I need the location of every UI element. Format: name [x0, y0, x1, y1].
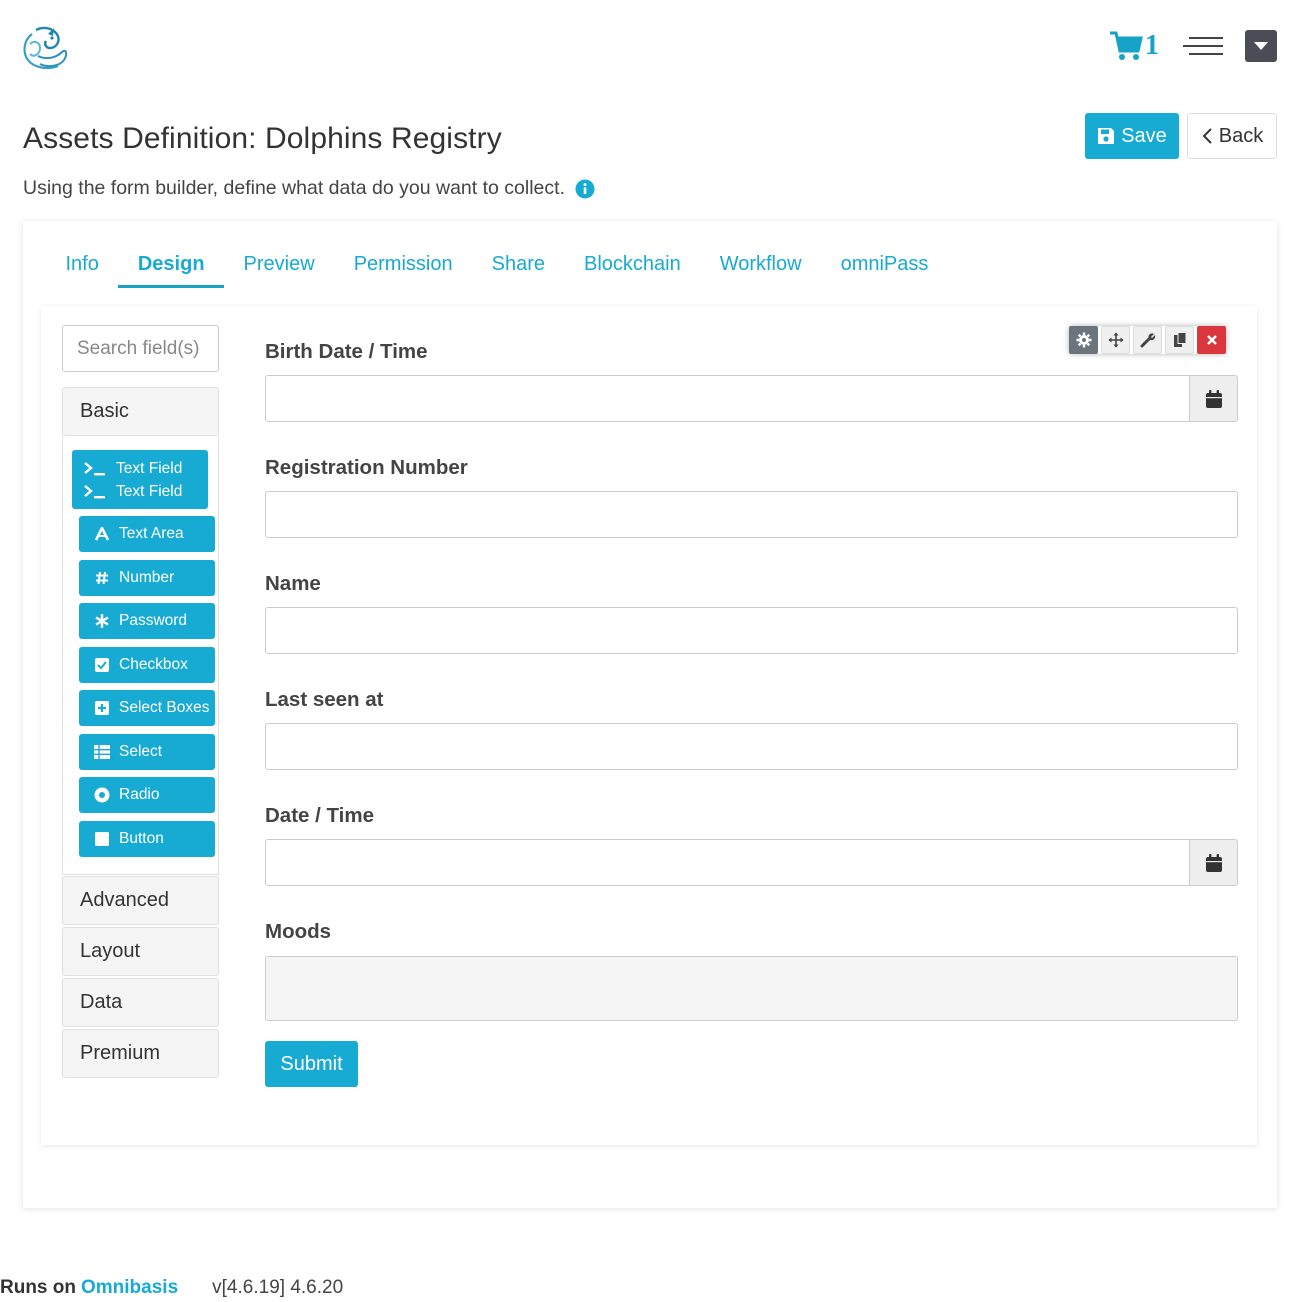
tab-bar: Info Design Preview Permission Share Blo… — [46, 243, 948, 288]
footer-version: v[4.6.19] 4.6.20 — [212, 1277, 344, 1298]
group-layout[interactable]: Layout — [62, 927, 219, 976]
tab-design[interactable]: Design — [118, 243, 224, 288]
component-label: Number — [119, 569, 175, 586]
tab-preview[interactable]: Preview — [224, 243, 334, 288]
field-label-moods: Moods — [265, 920, 332, 943]
tab-workflow[interactable]: Workflow — [700, 243, 821, 288]
hamburger-menu-icon[interactable] — [1183, 34, 1223, 58]
save-button[interactable]: Save — [1085, 113, 1179, 159]
text-field-label: Text Field — [116, 459, 183, 477]
component-label: Select Boxes — [119, 699, 210, 716]
tab-blockchain[interactable]: Blockchain — [564, 243, 700, 288]
tab-info[interactable]: Info — [46, 243, 118, 288]
component-button[interactable]: Button — [79, 821, 215, 857]
cart-count: 1 — [1145, 30, 1159, 61]
text-field-drag-item[interactable]: Text Field — [72, 480, 208, 503]
tab-permission[interactable]: Permission — [334, 243, 472, 288]
text-field-label: Text Field — [116, 482, 183, 500]
move-button[interactable] — [1101, 326, 1130, 354]
calendar-icon — [1205, 389, 1222, 408]
component-text-area[interactable]: Text Area — [79, 516, 215, 552]
field-label-birth-date: Birth Date / Time — [265, 340, 428, 363]
footer: Runs on Omnibasis v[4.6.19] 4.6.20 — [0, 1277, 343, 1299]
save-button-label: Save — [1121, 124, 1167, 147]
cart-button[interactable]: 1 — [1109, 30, 1159, 62]
last-seen-input[interactable] — [265, 723, 1238, 770]
component-label: Radio — [119, 786, 160, 803]
registration-number-input[interactable] — [265, 491, 1238, 538]
form-builder-card: Info Design Preview Permission Share Blo… — [23, 221, 1277, 1208]
birth-date-calendar-button[interactable] — [1189, 375, 1238, 422]
component-number[interactable]: Number — [79, 560, 215, 596]
component-label: Password — [119, 612, 188, 629]
text-field-drag-item[interactable]: Text Field — [72, 457, 208, 480]
info-icon[interactable] — [575, 179, 595, 199]
stop-icon — [93, 832, 111, 846]
component-checkbox[interactable]: Checkbox — [79, 647, 215, 683]
group-data[interactable]: Data — [62, 978, 219, 1027]
dot-circle-icon — [93, 787, 111, 803]
date-time-input[interactable] — [265, 839, 1190, 886]
page-subtitle: Using the form builder, define what data… — [23, 177, 595, 200]
terminal-icon — [84, 461, 108, 476]
terminal-icon — [84, 484, 108, 499]
component-label: Checkbox — [119, 656, 188, 673]
edit-json-button[interactable] — [1133, 326, 1162, 354]
back-button[interactable]: Back — [1187, 113, 1277, 159]
component-select[interactable]: Select — [79, 734, 215, 770]
user-dropdown-button[interactable] — [1245, 30, 1277, 62]
field-label-name: Name — [265, 572, 321, 595]
date-time-calendar-button[interactable] — [1189, 839, 1238, 886]
copy-button[interactable] — [1165, 326, 1194, 354]
footer-brand-link[interactable]: Omnibasis — [81, 1277, 178, 1299]
builder-panel: Basic Text Field Text Field Text Area — [41, 306, 1257, 1145]
component-label: Text Area — [119, 525, 184, 542]
settings-button[interactable] — [1069, 326, 1098, 354]
calendar-icon — [1205, 853, 1222, 872]
name-input[interactable] — [265, 607, 1238, 654]
component-label: Select — [119, 743, 163, 760]
submit-button[interactable]: Submit — [265, 1041, 358, 1087]
component-select-boxes[interactable]: Select Boxes — [79, 690, 215, 726]
footer-runs-on: Runs on — [0, 1277, 76, 1298]
plus-square-icon — [93, 701, 111, 715]
remove-button[interactable] — [1197, 326, 1226, 354]
check-square-icon — [93, 658, 111, 672]
component-label: Button — [119, 830, 164, 847]
tab-share[interactable]: Share — [472, 243, 564, 288]
list-icon — [93, 745, 111, 759]
caret-down-icon — [1254, 42, 1268, 50]
group-advanced[interactable]: Advanced — [62, 876, 219, 925]
close-icon — [1206, 335, 1217, 345]
component-password[interactable]: Password — [79, 603, 215, 639]
back-button-label: Back — [1218, 124, 1264, 147]
wrench-icon — [1140, 333, 1155, 348]
copy-icon — [1173, 332, 1186, 347]
tab-omnipass[interactable]: omniPass — [821, 243, 948, 288]
group-basic[interactable]: Basic — [62, 387, 219, 436]
group-premium[interactable]: Premium — [62, 1029, 219, 1078]
component-radio[interactable]: Radio — [79, 777, 215, 813]
page-title: Assets Definition: Dolphins Registry — [23, 122, 502, 155]
field-label-last-seen: Last seen at — [265, 688, 384, 711]
font-icon — [93, 527, 111, 541]
birth-date-input[interactable] — [265, 375, 1190, 422]
gear-icon — [1076, 332, 1091, 348]
field-label-registration-number: Registration Number — [265, 456, 468, 479]
subtitle-text: Using the form builder, define what data… — [23, 177, 565, 199]
asterisk-icon — [93, 613, 111, 629]
chevron-left-icon — [1202, 128, 1212, 144]
moods-textarea[interactable] — [265, 956, 1238, 1021]
dragon-logo-icon — [23, 26, 68, 70]
omnibasis-logo[interactable] — [18, 22, 74, 74]
dragging-text-field[interactable]: Text Field Text Field — [72, 450, 208, 509]
shopping-cart-icon — [1110, 31, 1143, 60]
move-arrows-icon — [1108, 332, 1123, 348]
floppy-disk-icon — [1098, 128, 1115, 144]
hashtag-icon — [93, 571, 111, 585]
component-toolbar — [1069, 326, 1226, 354]
search-fields-input[interactable] — [62, 325, 219, 372]
field-label-date-time: Date / Time — [265, 804, 374, 827]
